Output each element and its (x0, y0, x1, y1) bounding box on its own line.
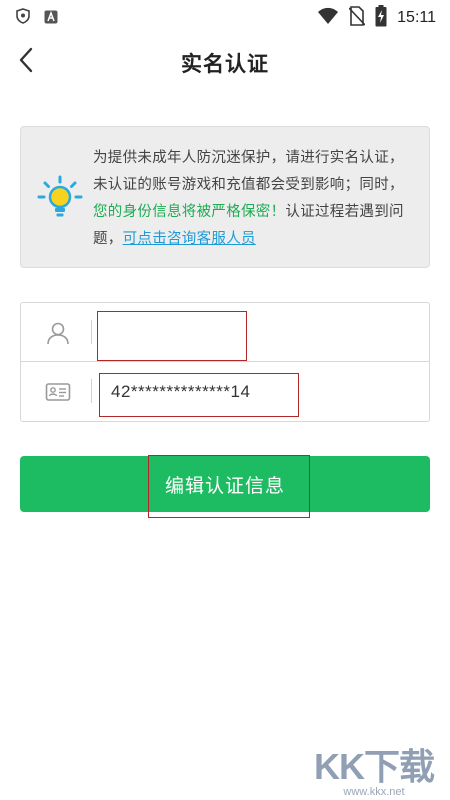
annotation-box-id (99, 373, 299, 417)
row-divider (91, 320, 92, 344)
status-left (16, 8, 58, 28)
annotation-box-button (148, 455, 310, 518)
privacy-highlight: 您的身份信息将被严格保密！ (93, 204, 286, 220)
watermark-logo: KK下载 (314, 746, 435, 787)
page-title: 实名认证 (181, 52, 269, 76)
status-bar: 15:11 (0, 0, 450, 32)
row-divider (91, 379, 92, 403)
no-sim-icon (348, 6, 366, 30)
a-letter-icon (44, 9, 58, 28)
notice-text-part1: 为提供未成年人防沉迷保护，请进行实名认证，未认证的账号游戏和充值都会受到影响；同… (93, 150, 404, 193)
annotation-box-name (97, 311, 247, 361)
notice-text: 为提供未成年人防沉迷保护，请进行实名认证，未认证的账号游戏和充值都会受到影响；同… (93, 145, 413, 253)
battery-charging-icon (375, 5, 387, 31)
id-card-icon (45, 379, 71, 405)
wifi-icon (317, 7, 339, 29)
notice-panel: 为提供未成年人防沉迷保护，请进行实名认证，未认证的账号游戏和充值都会受到影响；同… (20, 126, 430, 268)
watermark: KK下载 www.kkx.net (314, 738, 435, 798)
status-right: 15:11 (317, 5, 436, 31)
status-time: 15:11 (397, 9, 436, 26)
lightbulb-icon (37, 175, 83, 221)
user-icon (45, 320, 71, 346)
app-header: 实名认证 (0, 38, 450, 86)
customer-service-link[interactable]: 可点击咨询客服人员 (123, 231, 256, 247)
shield-icon (16, 8, 30, 28)
